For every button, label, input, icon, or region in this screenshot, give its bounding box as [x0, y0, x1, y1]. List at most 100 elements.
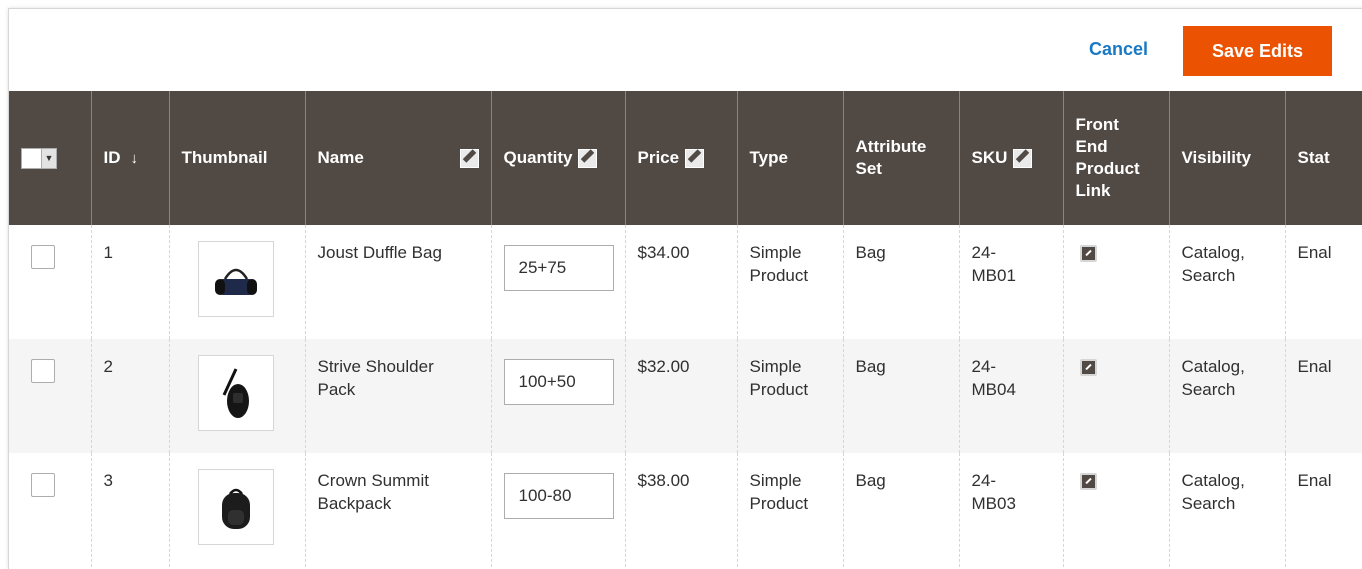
cell-visibility-text: Catalog,	[1181, 243, 1245, 262]
column-label: End	[1075, 137, 1108, 156]
column-label: Price	[637, 148, 680, 167]
cell-visibility-text: Catalog,	[1181, 471, 1245, 490]
pencil-edit-icon	[578, 149, 598, 169]
table-row[interactable]: 2 Strive Shoulder Pack $32.00 Simple Produ…	[9, 339, 1362, 453]
column-header-price[interactable]: Price	[624, 91, 737, 225]
cell-id: 3	[90, 453, 169, 567]
column-header-thumbnail: Thumbnail	[168, 91, 305, 225]
cell-sku: 24- MB01	[958, 225, 1063, 339]
column-label: Quantity	[503, 148, 573, 167]
column-label: Link	[1075, 181, 1111, 200]
cell-name-text: Backpack	[317, 494, 392, 513]
cell-name-text: Strive Shoulder	[317, 357, 434, 376]
product-grid-table: ▼ ID ↓ Thumbnail Name Quantity Price Typ…	[9, 91, 1362, 567]
sort-descending-arrow-icon: ↓	[130, 149, 139, 167]
column-header-type[interactable]: Type	[736, 91, 843, 225]
cell-visibility-text: Search	[1181, 494, 1236, 513]
cell-visibility: Catalog, Search	[1168, 339, 1285, 453]
cancel-link[interactable]: Cancel	[1089, 39, 1148, 60]
save-edits-button[interactable]: Save Edits	[1183, 26, 1332, 76]
cell-name: Crown Summit Backpack	[304, 453, 491, 567]
column-header-name[interactable]: Name	[304, 91, 491, 225]
cell-sku-text: 24-	[971, 243, 997, 262]
column-label: Attribute	[855, 137, 927, 156]
inline-edit-action-bar: Cancel Save Edits	[9, 9, 1362, 91]
column-label: Stat	[1297, 148, 1330, 167]
column-header-sku[interactable]: SKU	[958, 91, 1063, 225]
cell-status: Enal	[1284, 225, 1362, 339]
cell-visibility: Catalog, Search	[1168, 225, 1285, 339]
column-label: Front	[1075, 115, 1119, 134]
cell-sku-text: 24-	[971, 471, 997, 490]
chevron-down-icon[interactable]: ▼	[41, 149, 56, 168]
cell-status: Enal	[1284, 339, 1362, 453]
column-label: Product	[1075, 159, 1140, 178]
cell-sku: 24- MB03	[958, 453, 1063, 567]
cell-attribute-set: Bag	[842, 225, 959, 339]
column-header-attribute-set[interactable]: Attribute Set	[842, 91, 959, 225]
column-header-visibility[interactable]: Visibility	[1168, 91, 1285, 225]
cell-price: $38.00	[624, 453, 737, 567]
shoulder-pack-icon	[222, 368, 249, 418]
row-checkbox[interactable]	[31, 473, 55, 497]
cell-type-text: Simple	[749, 357, 802, 376]
column-header-quantity[interactable]: Quantity	[490, 91, 625, 225]
row-checkbox[interactable]	[31, 359, 55, 383]
column-header-status[interactable]: Stat	[1284, 91, 1362, 225]
cell-id: 1	[90, 225, 169, 339]
cell-attribute-set: Bag	[842, 453, 959, 567]
column-label: Set	[855, 159, 882, 178]
quantity-input[interactable]	[503, 359, 614, 405]
column-label: Name	[317, 148, 364, 167]
cell-type-text: Product	[749, 266, 809, 285]
cell-type: Simple Product	[736, 453, 843, 567]
cell-name-text: Crown Summit	[317, 471, 429, 490]
duffle-bag-icon	[214, 268, 257, 295]
cell-type-text: Simple	[749, 243, 802, 262]
column-header-id[interactable]: ID ↓	[90, 91, 169, 225]
column-label: Type	[749, 148, 788, 167]
external-link-icon[interactable]	[1079, 245, 1097, 262]
mass-select-header: ▼	[9, 91, 91, 225]
external-link-icon[interactable]	[1079, 473, 1097, 490]
column-label: SKU	[971, 148, 1008, 167]
cell-visibility-text: Search	[1181, 380, 1236, 399]
backpack-icon	[221, 488, 250, 529]
column-header-front-end-link: Front End Product Link	[1062, 91, 1169, 225]
cell-type-text: Product	[749, 380, 809, 399]
pencil-edit-icon	[1013, 149, 1033, 169]
cell-price: $34.00	[624, 225, 737, 339]
cell-sku-text: MB03	[971, 494, 1016, 513]
cell-name: Strive Shoulder Pack	[304, 339, 491, 453]
pencil-edit-icon	[685, 149, 705, 169]
cell-type: Simple Product	[736, 339, 843, 453]
cell-price: $32.00	[624, 339, 737, 453]
backpack-image[interactable]	[197, 469, 274, 545]
cell-sku: 24- MB04	[958, 339, 1063, 453]
duffle-bag-image[interactable]	[197, 241, 274, 317]
cell-sku-text: 24-	[971, 357, 997, 376]
quantity-input[interactable]	[503, 473, 614, 519]
quantity-input[interactable]	[503, 245, 614, 291]
cell-visibility: Catalog, Search	[1168, 453, 1285, 567]
cell-type-text: Simple	[749, 471, 802, 490]
table-row[interactable]: 1 Joust Duffle Bag $34.00 Simple Product	[9, 225, 1362, 339]
product-grid-panel: Cancel Save Edits ▼ ID ↓ Thumbnail Name …	[8, 8, 1362, 569]
row-checkbox[interactable]	[31, 245, 55, 269]
column-label: Thumbnail	[181, 148, 268, 167]
mass-select-dropdown[interactable]: ▼	[21, 148, 57, 169]
cell-visibility-text: Catalog,	[1181, 357, 1245, 376]
cell-name-text: Pack	[317, 380, 356, 399]
cell-attribute-set: Bag	[842, 339, 959, 453]
external-link-icon[interactable]	[1079, 359, 1097, 376]
column-label: ID	[103, 147, 121, 167]
cell-name: Joust Duffle Bag	[304, 225, 491, 339]
cell-id: 2	[90, 339, 169, 453]
column-label: Visibility	[1181, 148, 1252, 167]
cell-status: Enal	[1284, 453, 1362, 567]
cell-sku-text: MB01	[971, 266, 1016, 285]
shoulder-pack-image[interactable]	[197, 355, 274, 431]
cell-sku-text: MB04	[971, 380, 1016, 399]
grid-header-row: ▼ ID ↓ Thumbnail Name Quantity Price Typ…	[9, 91, 1362, 225]
table-row[interactable]: 3 Crown Summit Backpack $38.00 Simple Prod…	[9, 453, 1362, 567]
